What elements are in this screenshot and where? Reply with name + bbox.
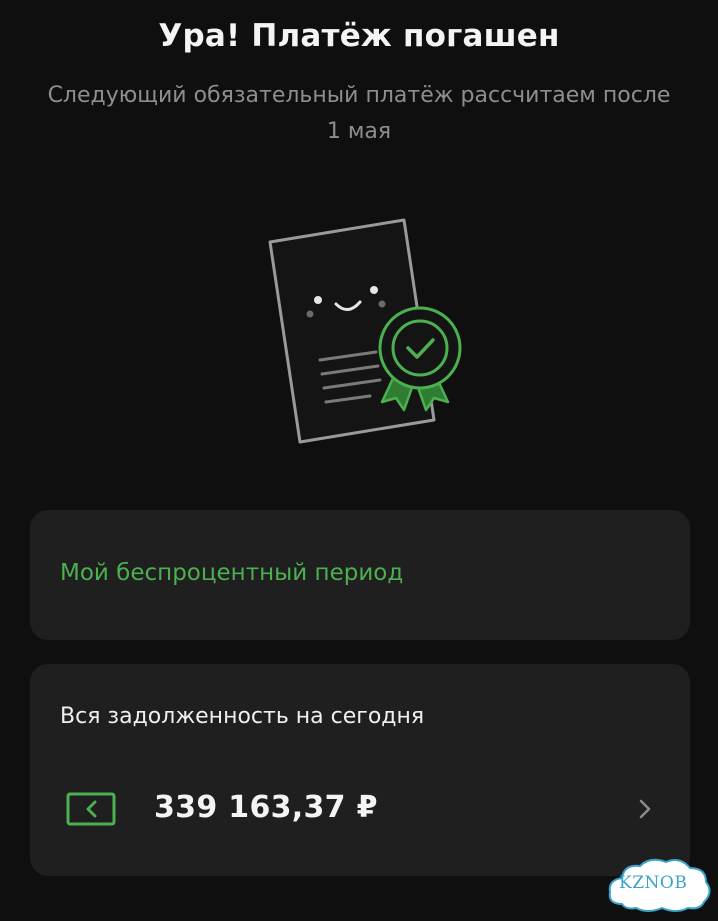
page-title: Ура! Платёж погашен <box>158 18 560 54</box>
total-debt-label: Вся задолженность на сегодня <box>60 704 425 729</box>
page-subtitle: Следующий обязательный платёж рассчитаем… <box>47 83 671 144</box>
watermark-text: KZNOB <box>619 873 688 893</box>
payment-success-screen: Ура! Платёж погашен Следующий обязательн… <box>0 0 718 921</box>
total-debt-card: Вся задолженность на сегодня 339 163,37 … <box>30 664 690 876</box>
document-with-badge-icon <box>268 218 462 444</box>
debt-amount-row[interactable]: 339 163,37 ₽ <box>30 774 690 844</box>
interest-free-period-label: Мой беспроцентный период <box>60 560 404 586</box>
credit-card-icon <box>66 792 116 826</box>
chevron-right-icon[interactable] <box>638 798 652 820</box>
interest-free-period-card[interactable]: Мой беспроцентный период <box>30 510 690 640</box>
debt-amount: 339 163,37 ₽ <box>154 790 378 825</box>
